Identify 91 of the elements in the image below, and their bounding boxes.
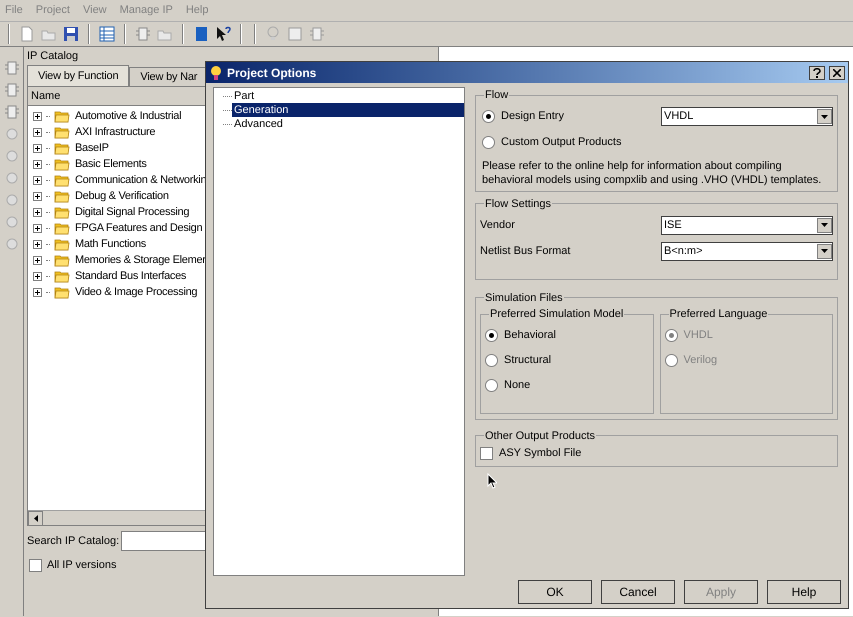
dropdown[interactable]: ISE — [661, 216, 833, 234]
radio-button[interactable] — [485, 354, 498, 366]
radio-button[interactable] — [485, 378, 498, 392]
folder-icon — [54, 205, 70, 219]
help-text: Please refer to the online help for information about compiling behavioral models using compxlib and using .VHO (VHDL) templates. — [482, 158, 822, 186]
window-title: Project Options — [227, 64, 318, 82]
caret-icon — [817, 218, 832, 232]
field-label: Netlist Bus Format — [480, 244, 572, 259]
folder-icon — [54, 109, 70, 123]
radio-label: VHDL — [684, 328, 713, 343]
dialog-button[interactable]: Cancel — [601, 580, 675, 604]
folder-icon — [54, 221, 70, 235]
tree-item[interactable]: Memories & Storage Elemer — [74, 252, 206, 268]
group-title: Preferred Language — [668, 307, 768, 322]
group-title: Flow — [484, 88, 510, 103]
table-icon[interactable] — [98, 25, 116, 43]
expander-icon[interactable] — [33, 112, 42, 120]
panel-title: IP Catalog — [27, 48, 78, 64]
folder-icon — [54, 269, 70, 283]
folder-icon — [54, 253, 70, 267]
radio-label: Verilog — [684, 352, 718, 368]
folder-icon — [54, 157, 70, 171]
radio-label: Behavioral — [504, 328, 556, 343]
radio-label: Custom Output Products — [501, 135, 622, 150]
tree-item[interactable]: Debug & Verification — [74, 188, 169, 204]
radio-button[interactable] — [482, 136, 495, 149]
folder-icon — [54, 237, 70, 251]
expander-icon[interactable] — [33, 192, 42, 200]
tree-item[interactable]: Video & Image Processing — [74, 284, 198, 300]
save-icon[interactable] — [62, 25, 80, 43]
search-label: Search IP Catalog: — [27, 534, 120, 549]
chip-icon[interactable] — [2, 59, 20, 77]
group-title: Other Output Products — [484, 428, 596, 444]
tab[interactable]: View by Function — [27, 65, 130, 86]
folder-icon — [54, 173, 70, 187]
group-title: Preferred Simulation Model — [489, 307, 624, 322]
dropdown[interactable]: VHDL — [661, 107, 833, 126]
bulb-icon — [209, 64, 223, 80]
tree-item[interactable]: Advanced — [232, 117, 464, 131]
chip-icon[interactable] — [2, 103, 20, 121]
tree-item[interactable]: Math Functions — [74, 236, 146, 252]
radio-label: None — [504, 378, 530, 393]
folder-icon — [54, 189, 70, 203]
expander-icon[interactable] — [33, 224, 42, 232]
checkbox[interactable] — [29, 558, 42, 572]
dialog-button[interactable]: Help — [767, 580, 841, 604]
field-label: Vendor — [480, 218, 516, 233]
document-icon[interactable] — [286, 25, 304, 43]
checkbox-label: All IP versions — [47, 558, 116, 573]
tree-item[interactable]: FPGA Features and Design — [74, 220, 202, 236]
radio-button[interactable] — [485, 328, 498, 342]
tree-item[interactable]: Generation — [232, 103, 464, 117]
tree-item[interactable]: Automotive & Industrial — [74, 108, 182, 124]
chip-icon[interactable] — [2, 81, 20, 99]
help-icon[interactable] — [809, 66, 825, 80]
scroll-left-icon[interactable] — [28, 511, 43, 525]
tree-item[interactable]: BaseIP — [74, 140, 109, 156]
checkbox-label: ASY Symbol File — [499, 446, 582, 461]
radio-button[interactable] — [482, 110, 495, 123]
expander-icon[interactable] — [33, 272, 42, 280]
group-title: Simulation Files — [484, 290, 564, 306]
pointer-help-icon[interactable] — [214, 25, 232, 43]
dropdown[interactable]: B<n:m> — [661, 242, 833, 260]
chip-icon[interactable] — [134, 25, 152, 43]
folder-icon — [54, 125, 70, 139]
caret-icon — [817, 244, 832, 258]
expander-icon[interactable] — [33, 128, 42, 136]
expander-icon[interactable] — [33, 176, 42, 184]
dialog-button[interactable]: OK — [518, 580, 592, 604]
expander-icon[interactable] — [33, 208, 42, 216]
tree-item[interactable]: Standard Bus Interfaces — [74, 268, 186, 284]
mouse-cursor-icon — [487, 473, 497, 489]
tree-item[interactable]: Part — [232, 89, 464, 103]
tree-item[interactable]: Digital Signal Processing — [74, 204, 190, 220]
folder-icon — [54, 141, 70, 155]
radio-label: Design Entry — [501, 109, 564, 124]
chip-icon[interactable] — [308, 25, 326, 43]
expander-icon[interactable] — [33, 160, 42, 168]
folder-icon — [54, 285, 70, 299]
expander-icon[interactable] — [33, 288, 42, 296]
radio-label: Structural — [504, 352, 552, 368]
checkbox[interactable] — [480, 446, 493, 460]
expander-icon[interactable] — [33, 144, 42, 152]
tree-item[interactable]: Communication & Networkin — [74, 172, 206, 188]
expander-icon[interactable] — [33, 256, 42, 264]
caret-icon — [817, 109, 832, 124]
group-title: Flow Settings — [484, 196, 552, 212]
tree-item[interactable]: AXI Infrastructure — [74, 124, 156, 140]
tree-item[interactable]: Basic Elements — [74, 156, 147, 172]
expander-icon[interactable] — [33, 240, 42, 248]
close-icon[interactable] — [829, 66, 845, 80]
